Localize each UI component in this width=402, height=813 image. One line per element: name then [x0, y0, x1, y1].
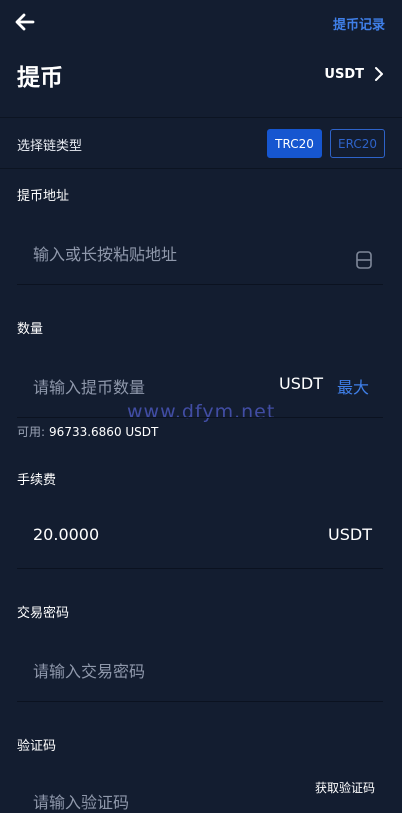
scan-icon[interactable] — [356, 251, 372, 269]
chain-type-row: 选择链类型 TRC20 ERC20 — [0, 117, 402, 169]
max-button[interactable]: 最大 — [337, 374, 369, 398]
fee-value: 20.0000 — [33, 525, 100, 544]
amount-label: 数量 — [17, 322, 44, 337]
address-label: 提币地址 — [17, 189, 70, 204]
available-balance: 可用: 96733.6860 USDT — [17, 423, 158, 440]
fee-label: 手续费 — [17, 473, 57, 488]
watermark: www.dfym.net — [127, 401, 276, 423]
amount-unit: USDT — [279, 374, 323, 393]
divider — [17, 284, 383, 285]
password-input[interactable]: 请输入交易密码 — [33, 658, 145, 682]
verify-code-label: 验证码 — [17, 739, 57, 754]
get-code-button[interactable]: 获取验证码 — [315, 779, 375, 796]
withdraw-history-link[interactable]: 提币记录 — [333, 14, 385, 33]
divider — [17, 701, 383, 702]
available-label: 可用: — [17, 425, 46, 439]
address-input[interactable]: 输入或长按粘贴地址 — [33, 241, 177, 265]
verify-code-input[interactable]: 请输入验证码 — [33, 789, 129, 813]
available-value: 96733.6860 USDT — [49, 425, 159, 439]
page-title: 提币 — [17, 65, 63, 91]
chain-option-trc20[interactable]: TRC20 — [267, 129, 322, 158]
divider — [17, 417, 383, 418]
chain-option-erc20[interactable]: ERC20 — [330, 129, 385, 158]
arrow-left-icon[interactable] — [14, 12, 36, 32]
top-bar: 提币记录 — [0, 0, 402, 44]
fee-unit: USDT — [328, 525, 372, 544]
currency-label: USDT — [324, 66, 364, 82]
chevron-right-icon — [375, 67, 383, 81]
chain-type-label: 选择链类型 — [17, 139, 83, 154]
amount-input[interactable]: 请输入提币数量 — [33, 374, 145, 398]
divider — [17, 568, 383, 569]
currency-selector[interactable]: USDT — [324, 66, 384, 82]
password-label: 交易密码 — [17, 606, 70, 621]
